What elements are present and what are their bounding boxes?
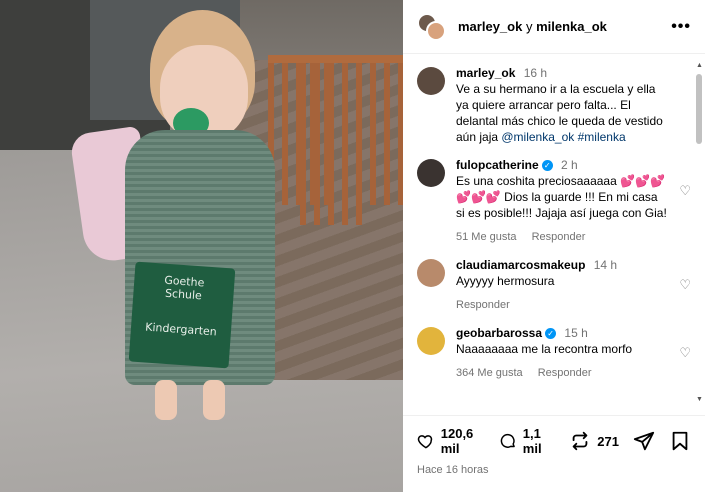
verified-badge-icon: ✓ [541, 160, 553, 171]
comment-text: Es una coshita preciosaaaaaa 💕💕💕💕💕💕 Dios… [456, 174, 667, 220]
avatar[interactable] [417, 259, 445, 287]
like-comment-heart-icon[interactable]: ♡ [679, 277, 691, 293]
comment-item: fulopcatherine ✓ 2 h Es una coshita preci… [417, 157, 691, 245]
post-timestamp[interactable]: Hace 16 horas [417, 464, 691, 476]
comment-item: geobarbarossa ✓ 15 h Naaaaaaaa me la reco… [417, 325, 691, 381]
post-actions: 120,6 mil 1,1 mil 271 Hace 16 horas [403, 415, 705, 476]
photo-chair [300, 55, 370, 225]
comment-text: Naaaaaaaa me la recontra morfo [456, 342, 633, 356]
reply-button[interactable]: Responder [532, 231, 586, 243]
caption: marley_ok 16 h Ve a su hermano ir a la e… [417, 65, 691, 145]
pocket-text-line3: Kindergarten [144, 320, 218, 339]
comment-username[interactable]: geobarbarossa [456, 326, 542, 340]
like-comment-heart-icon[interactable]: ♡ [679, 345, 691, 361]
verified-badge-icon: ✓ [545, 328, 557, 339]
comment-time[interactable]: 2 h [561, 158, 578, 172]
comment-item: claudiamarcosmakeup 14 h Ayyyyy hermosur… [417, 257, 691, 313]
post-photo[interactable]: Goethe Schule Kindergarten [0, 0, 403, 492]
caption-username[interactable]: marley_ok [456, 66, 515, 80]
comment-likes[interactable]: 51 Me gusta [456, 231, 517, 243]
collab-avatar[interactable] [417, 12, 446, 41]
comment-icon [500, 433, 515, 448]
post-authors: marley_ok y milenka_ok [458, 19, 671, 34]
comments-count: 1,1 mil [522, 426, 542, 456]
like-button[interactable]: 120,6 mil [417, 426, 485, 456]
comment-time[interactable]: 15 h [564, 326, 587, 340]
heart-icon [417, 435, 433, 449]
comment-username[interactable]: claudiamarcosmakeup [456, 258, 585, 272]
reply-button[interactable]: Responder [538, 367, 592, 379]
post-header: marley_ok y milenka_ok ••• [403, 0, 705, 54]
comments-scrollbar[interactable]: ▲ ▼ [696, 62, 703, 412]
comment-text: Ayyyyy hermosura [456, 274, 555, 288]
avatar[interactable] [417, 327, 445, 355]
photo-legs [145, 380, 235, 420]
more-options-icon[interactable]: ••• [671, 18, 691, 36]
caption-time[interactable]: 16 h [524, 66, 547, 80]
caption-mention[interactable]: @milenka_ok [501, 130, 574, 144]
comment-username[interactable]: fulopcatherine [456, 158, 539, 172]
likes-count[interactable]: 120,6 mil [441, 426, 485, 456]
post-side-panel: marley_ok y milenka_ok ••• marley_ok 16 … [403, 0, 705, 492]
bookmark-icon [672, 431, 688, 451]
comment-time[interactable]: 14 h [594, 258, 617, 272]
authors-joiner: y [522, 19, 537, 34]
scroll-down-arrow-icon[interactable]: ▼ [696, 396, 703, 404]
scroll-up-arrow-icon[interactable]: ▲ [696, 62, 703, 70]
share-icon [633, 431, 655, 451]
photo-chair [370, 55, 403, 205]
repost-icon [572, 431, 588, 451]
avatar[interactable] [417, 159, 445, 187]
scroll-thumb[interactable] [696, 74, 702, 144]
comments-list[interactable]: marley_ok 16 h Ve a su hermano ir a la e… [403, 55, 705, 415]
photo-smock-pocket: Goethe Schule Kindergarten [128, 261, 236, 369]
reply-button[interactable]: Responder [456, 299, 510, 311]
avatar[interactable] [417, 67, 445, 95]
save-button[interactable] [669, 430, 691, 452]
comment-likes[interactable]: 364 Me gusta [456, 367, 523, 379]
share-button[interactable] [633, 430, 655, 452]
repost-button[interactable]: 271 [569, 430, 619, 452]
comment-button[interactable]: 1,1 mil [499, 426, 555, 456]
caption-hashtag[interactable]: #milenka [578, 130, 626, 144]
author-link-2[interactable]: milenka_ok [536, 19, 607, 34]
reposts-count: 271 [597, 433, 619, 449]
like-comment-heart-icon[interactable]: ♡ [679, 183, 691, 199]
author-link-1[interactable]: marley_ok [458, 19, 522, 34]
